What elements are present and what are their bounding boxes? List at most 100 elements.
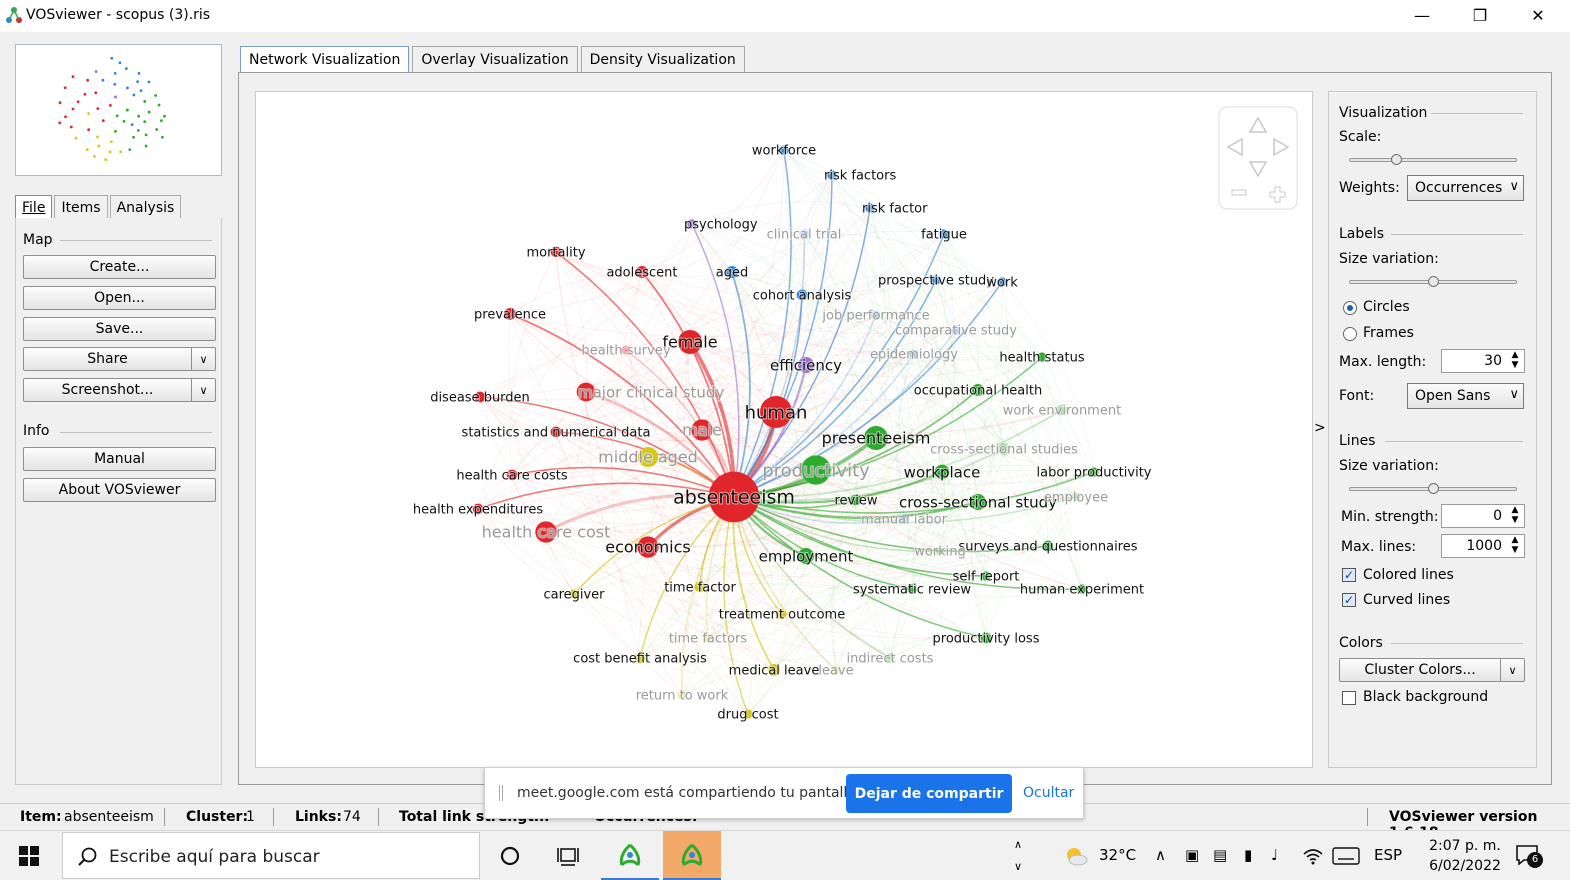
- black-background-checkbox[interactable]: ✓: [1342, 691, 1356, 705]
- network-canvas[interactable]: absenteeism human female male economics healt…: [255, 91, 1313, 768]
- microphone-icon[interactable]: ▮: [1244, 846, 1252, 864]
- notification-center-button[interactable]: 6: [1514, 843, 1544, 869]
- network-node-label[interactable]: presenteeism: [821, 428, 932, 449]
- share-dropdown-chevron-icon[interactable]: ∨: [191, 348, 215, 370]
- screenshot-button[interactable]: Screenshot... ∨: [23, 378, 216, 402]
- network-node-label[interactable]: labor productivity: [1036, 465, 1153, 482]
- network-node-label[interactable]: cross-sectional studies: [929, 442, 1079, 459]
- cluster-colors-chevron-icon[interactable]: ∨: [1500, 659, 1524, 681]
- manual-button[interactable]: Manual: [23, 447, 216, 471]
- taskbar-app-vosviewer-2[interactable]: [663, 831, 721, 880]
- tab-network-visualization[interactable]: Network Visualization: [240, 46, 410, 72]
- tab-overlay-visualization[interactable]: Overlay Visualization: [412, 46, 578, 72]
- network-node-label[interactable]: cross-sectional study: [898, 492, 1058, 512]
- taskbar-app-vosviewer-1[interactable]: [601, 831, 659, 880]
- network-node-label[interactable]: medical leave: [728, 663, 821, 680]
- network-node-label[interactable]: male: [681, 420, 723, 441]
- restore-button[interactable]: ❐: [1451, 0, 1509, 30]
- network-node-label[interactable]: economics: [604, 537, 692, 558]
- taskbar-search-box[interactable]: Escribe aquí para buscar: [62, 832, 480, 879]
- network-node-label[interactable]: health care cost: [481, 522, 612, 543]
- create-button[interactable]: Create...: [23, 255, 216, 279]
- curved-lines-checkbox[interactable]: ✓: [1342, 593, 1356, 607]
- network-node-label[interactable]: statistics and numerical data: [461, 425, 652, 442]
- line-size-variation-knob[interactable]: [1428, 483, 1439, 494]
- keyboard-icon[interactable]: [1332, 847, 1360, 865]
- network-node-label[interactable]: work environment: [1002, 403, 1122, 420]
- network-node-label[interactable]: health care costs: [455, 468, 569, 485]
- frames-radio[interactable]: [1343, 327, 1357, 341]
- network-node-label[interactable]: productivity loss: [932, 631, 1041, 648]
- label-size-variation-slider[interactable]: [1349, 276, 1517, 287]
- network-node-label[interactable]: health status: [998, 350, 1085, 367]
- label-size-variation-knob[interactable]: [1428, 276, 1439, 287]
- network-node-label[interactable]: prevalence: [473, 307, 547, 324]
- circles-radio[interactable]: [1343, 301, 1357, 315]
- screen-share-tray-icon[interactable]: ▤: [1213, 846, 1227, 864]
- language-indicator[interactable]: ESP: [1374, 846, 1402, 864]
- network-node-label[interactable]: mortality: [525, 245, 586, 262]
- max-length-input[interactable]: 30 ▲ ▼: [1441, 349, 1525, 373]
- screenshot-dropdown-chevron-icon[interactable]: ∨: [191, 379, 215, 401]
- cortana-button[interactable]: [481, 831, 539, 880]
- network-node-label[interactable]: surveys and questionnaires: [957, 539, 1138, 556]
- start-button[interactable]: [0, 831, 58, 880]
- weights-select[interactable]: Occurrences ∨: [1407, 175, 1524, 201]
- network-node-label[interactable]: human experiment: [1019, 582, 1145, 599]
- meet-camera-icon[interactable]: ▣: [1185, 846, 1199, 864]
- taskbar-clock[interactable]: 2:07 p. m. 6/02/2022: [1420, 836, 1510, 876]
- network-node-label[interactable]: prospective study: [877, 273, 995, 290]
- network-node-label[interactable]: workforce: [751, 143, 817, 160]
- network-node-label[interactable]: psychology: [683, 217, 759, 234]
- tab-density-visualization[interactable]: Density Visualization: [580, 46, 745, 72]
- network-node-label[interactable]: drug cost: [716, 707, 779, 724]
- network-node-label[interactable]: clinical trial: [766, 227, 843, 244]
- tab-file[interactable]: File: [15, 195, 53, 220]
- network-node-label[interactable]: work: [985, 275, 1019, 292]
- network-node-label[interactable]: employment: [758, 546, 855, 566]
- network-node-label[interactable]: cohort analysis: [752, 288, 853, 305]
- cluster-colors-button[interactable]: Cluster Colors... ∨: [1339, 658, 1525, 682]
- network-node-label[interactable]: efficiency: [769, 355, 843, 375]
- navigation-control[interactable]: [1218, 106, 1298, 210]
- scale-slider[interactable]: [1349, 154, 1517, 165]
- network-node-label[interactable]: risk factor: [861, 201, 929, 218]
- open-button[interactable]: Open...: [23, 286, 216, 310]
- network-node-label[interactable]: epidemiology: [869, 347, 959, 364]
- drag-handle-icon[interactable]: [499, 785, 503, 801]
- network-node-label[interactable]: cost benefit analysis: [572, 651, 708, 668]
- font-select[interactable]: Open Sans ∨: [1407, 383, 1524, 409]
- network-node-label[interactable]: systematic review: [852, 582, 972, 599]
- spinner-arrows-icon[interactable]: ▲ ▼: [1508, 505, 1522, 525]
- overview-minimap[interactable]: [15, 44, 222, 176]
- min-strength-input[interactable]: 0 ▲ ▼: [1441, 504, 1525, 528]
- network-node-label[interactable]: adolescent: [605, 265, 678, 282]
- network-node-label[interactable]: health expenditures: [412, 502, 544, 519]
- network-node-label[interactable]: employee: [1043, 490, 1109, 507]
- tab-items[interactable]: Items: [54, 195, 108, 219]
- network-node-label[interactable]: time factor: [663, 580, 737, 597]
- spinner-arrows-icon[interactable]: ▲ ▼: [1508, 535, 1522, 555]
- network-node-label[interactable]: fatigue: [920, 227, 968, 244]
- network-node-label[interactable]: indirect costs: [846, 651, 935, 668]
- network-node-label[interactable]: job performance: [820, 308, 930, 325]
- minimize-button[interactable]: —: [1393, 0, 1451, 30]
- network-node-label[interactable]: leave: [817, 663, 854, 680]
- network-node-label[interactable]: working: [913, 544, 967, 561]
- colored-lines-checkbox[interactable]: ✓: [1342, 568, 1356, 582]
- network-node-label[interactable]: review: [834, 493, 879, 510]
- hide-banner-link[interactable]: Ocultar: [1023, 785, 1074, 801]
- network-map[interactable]: absenteeismhumanfemalemaleeconomicshealt…: [256, 92, 1313, 768]
- scale-slider-knob[interactable]: [1391, 154, 1403, 165]
- close-button[interactable]: ✕: [1509, 0, 1567, 30]
- share-button[interactable]: Share ∨: [23, 347, 216, 371]
- line-size-variation-slider[interactable]: [1349, 483, 1517, 494]
- network-node-label[interactable]: occupational health: [913, 383, 1043, 400]
- network-node-label[interactable]: return to work: [635, 688, 730, 705]
- network-node-label[interactable]: human: [744, 401, 809, 424]
- tab-analysis[interactable]: Analysis: [109, 195, 182, 219]
- network-node-label[interactable]: health survey: [580, 343, 671, 360]
- network-node-label[interactable]: comparative study: [894, 323, 1018, 340]
- weather-temperature[interactable]: 32°C: [1099, 846, 1136, 864]
- tray-overflow-chevron-icon[interactable]: ∧: [1155, 846, 1166, 864]
